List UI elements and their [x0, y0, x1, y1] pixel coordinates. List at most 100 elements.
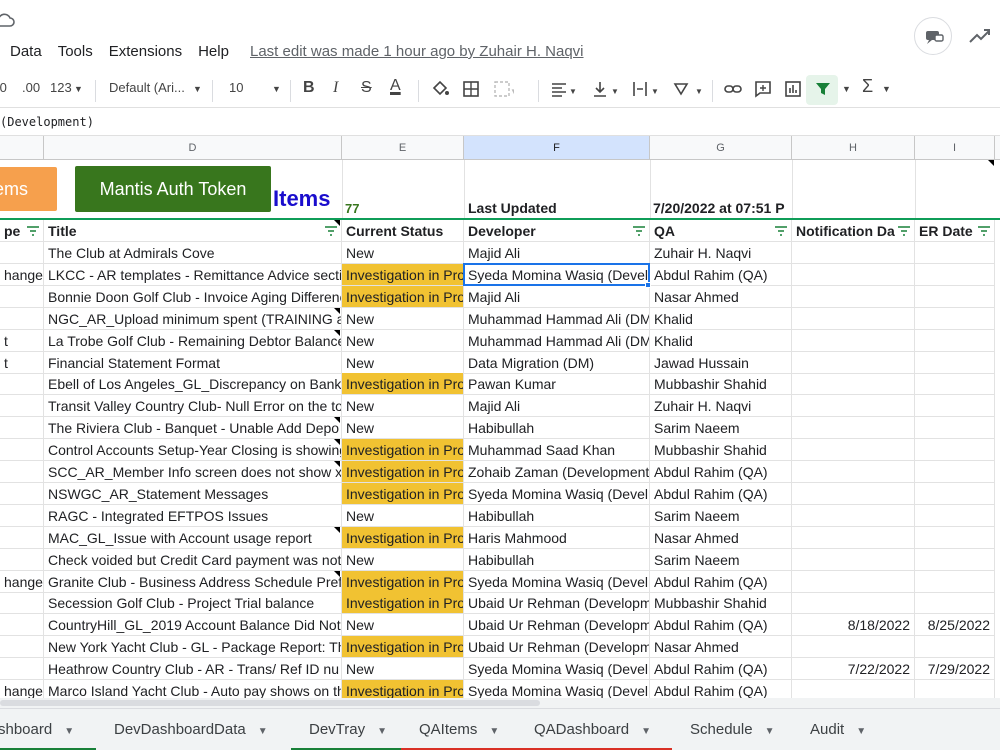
tab-qaitems[interactable]: QAItems ▼	[401, 709, 516, 750]
cell-er-date[interactable]: 7/29/2022	[915, 658, 995, 681]
insert-comment-icon[interactable]	[753, 79, 773, 99]
cell-status[interactable]: Investigation in Pro	[342, 636, 464, 659]
comments-button[interactable]	[914, 17, 952, 55]
cell-er-date[interactable]	[915, 417, 995, 440]
cell-status[interactable]: Investigation in Pro	[342, 285, 464, 308]
cell-type[interactable]	[0, 548, 44, 571]
cell-status[interactable]: Investigation in Pro	[342, 373, 464, 396]
last-edit-link[interactable]: Last edit was made 1 hour ago by Zuhair …	[250, 43, 584, 60]
cell-er-date[interactable]	[915, 351, 995, 374]
cell-status[interactable]: New	[342, 614, 464, 637]
filter-caret-icon[interactable]: ▼	[842, 84, 851, 94]
header-status[interactable]: Current Status	[342, 220, 464, 242]
tab-caret-icon[interactable]: ▼	[377, 726, 387, 737]
tab-caret-icon[interactable]: ▼	[765, 726, 775, 737]
column-header-h[interactable]: H	[792, 136, 915, 160]
cell-status[interactable]: Investigation in Pro	[342, 461, 464, 483]
strikethrough-button[interactable]: S	[361, 79, 372, 97]
filter-icon[interactable]	[813, 79, 833, 99]
cell-type[interactable]: t	[0, 351, 44, 374]
cell-type[interactable]	[0, 373, 44, 396]
cell-type[interactable]: hange	[0, 263, 44, 286]
cell-developer[interactable]: Majid Ali	[464, 242, 650, 264]
cell-qa[interactable]: Sarim Naeem	[650, 548, 792, 571]
cell-title[interactable]: The Riviera Club - Banquet - Unable Add …	[44, 417, 342, 440]
cell-er-date[interactable]	[915, 307, 995, 330]
cell-developer[interactable]: Zohaib Zaman (Development	[464, 461, 650, 483]
more-formats-caret-icon[interactable]: ▼	[74, 84, 83, 94]
cell-title[interactable]: La Trobe Golf Club - Remaining Debtor Ba…	[44, 329, 342, 352]
cell-title[interactable]: Ebell of Los Angeles_GL_Discrepancy on B…	[44, 373, 342, 396]
cell-title[interactable]: MAC_GL_Issue with Account usage report	[44, 526, 342, 549]
cell-status[interactable]: New	[342, 417, 464, 440]
cell-notification-date[interactable]	[792, 351, 915, 374]
column-header-e[interactable]: E	[342, 136, 464, 160]
cell-notification-date[interactable]	[792, 482, 915, 505]
cell-qa[interactable]: Nasar Ahmed	[650, 285, 792, 308]
cell-er-date[interactable]	[915, 329, 995, 352]
cell-type[interactable]	[0, 482, 44, 505]
tab-caret-icon[interactable]: ▼	[489, 726, 499, 737]
cell-qa[interactable]: Mubbashir Shahid	[650, 592, 792, 615]
cell-title[interactable]: SCC_AR_Member Info screen does not show …	[44, 461, 342, 483]
cell-developer[interactable]: Haris Mahmood	[464, 526, 650, 549]
column-header-i[interactable]: I	[915, 136, 995, 160]
text-rotation-icon[interactable]: ▼	[672, 79, 706, 99]
cell-status[interactable]: Investigation in Pro	[342, 482, 464, 505]
cell-title[interactable]: NSWGC_AR_Statement Messages	[44, 482, 342, 505]
filter-icon[interactable]	[325, 226, 337, 236]
horizontal-scrollbar[interactable]	[0, 698, 1000, 708]
cell-status[interactable]: New	[342, 548, 464, 571]
column-header-c[interactable]	[0, 136, 44, 160]
filter-icon[interactable]	[27, 226, 39, 236]
cell-title[interactable]: New York Yacht Club - GL - Package Repor…	[44, 636, 342, 659]
cell-type[interactable]	[0, 504, 44, 527]
cell-notification-date[interactable]	[792, 285, 915, 308]
header-type[interactable]: pe	[0, 220, 44, 242]
bold-button[interactable]: B	[303, 79, 315, 97]
cell-er-date[interactable]: 8/25/2022	[915, 614, 995, 637]
cell-qa[interactable]: Abdul Rahim (QA)	[650, 614, 792, 637]
cell-notification-date[interactable]	[792, 461, 915, 483]
more-formats-button[interactable]: 123	[50, 80, 72, 95]
cell-type[interactable]	[0, 592, 44, 615]
filter-icon[interactable]	[898, 226, 910, 236]
cell-title[interactable]: Financial Statement Format	[44, 351, 342, 374]
cell-status[interactable]: New	[342, 242, 464, 264]
cell-notification-date[interactable]	[792, 504, 915, 527]
cell-type[interactable]	[0, 285, 44, 308]
header-notification-date[interactable]: Notification Da	[792, 220, 915, 242]
tab-audit[interactable]: Audit ▼	[792, 709, 892, 750]
cell-developer[interactable]: Ubaid Ur Rehman (Developm	[464, 614, 650, 637]
cell-developer[interactable]: Syeda Momina Wasiq (Devel	[464, 570, 650, 593]
functions-button[interactable]: Σ	[862, 76, 873, 97]
cell-status[interactable]: Investigation in Pro	[342, 592, 464, 615]
cell-developer[interactable]: Muhammad Saad Khan	[464, 439, 650, 462]
cell-title[interactable]: RAGC - Integrated EFTPOS Issues	[44, 504, 342, 527]
cell-qa[interactable]: Abdul Rahim (QA)	[650, 658, 792, 681]
tab-schedule[interactable]: Schedule ▼	[672, 709, 792, 750]
cell-developer[interactable]: Data Migration (DM)	[464, 351, 650, 374]
cell-er-date[interactable]	[915, 242, 995, 264]
fill-handle[interactable]	[645, 282, 651, 288]
cell-title[interactable]: Bonnie Doon Golf Club - Invoice Aging Di…	[44, 285, 342, 308]
horizontal-align-icon[interactable]: ▼	[549, 79, 579, 99]
cell-notification-date[interactable]: 8/18/2022	[792, 614, 915, 637]
cell-er-date[interactable]	[915, 395, 995, 418]
font-family-caret-icon[interactable]: ▼	[193, 84, 202, 94]
tab-caret-icon[interactable]: ▼	[641, 726, 651, 737]
cell-qa[interactable]: Khalid	[650, 329, 792, 352]
tab-caret-icon[interactable]: ▼	[856, 726, 866, 737]
column-header-d[interactable]: D	[44, 136, 342, 160]
font-size-select[interactable]: 10	[229, 80, 243, 95]
cell-er-date[interactable]	[915, 504, 995, 527]
cell-er-date[interactable]	[915, 636, 995, 659]
font-size-caret-icon[interactable]: ▼	[272, 84, 281, 94]
cell-qa[interactable]: Abdul Rahim (QA)	[650, 680, 792, 698]
cell-status[interactable]: Investigation in Pro	[342, 439, 464, 462]
cell-notification-date[interactable]	[792, 439, 915, 462]
cell-notification-date[interactable]	[792, 592, 915, 615]
cell-type[interactable]	[0, 395, 44, 418]
cell-qa[interactable]: Zuhair H. Naqvi	[650, 395, 792, 418]
column-header-f[interactable]: F	[464, 136, 650, 160]
